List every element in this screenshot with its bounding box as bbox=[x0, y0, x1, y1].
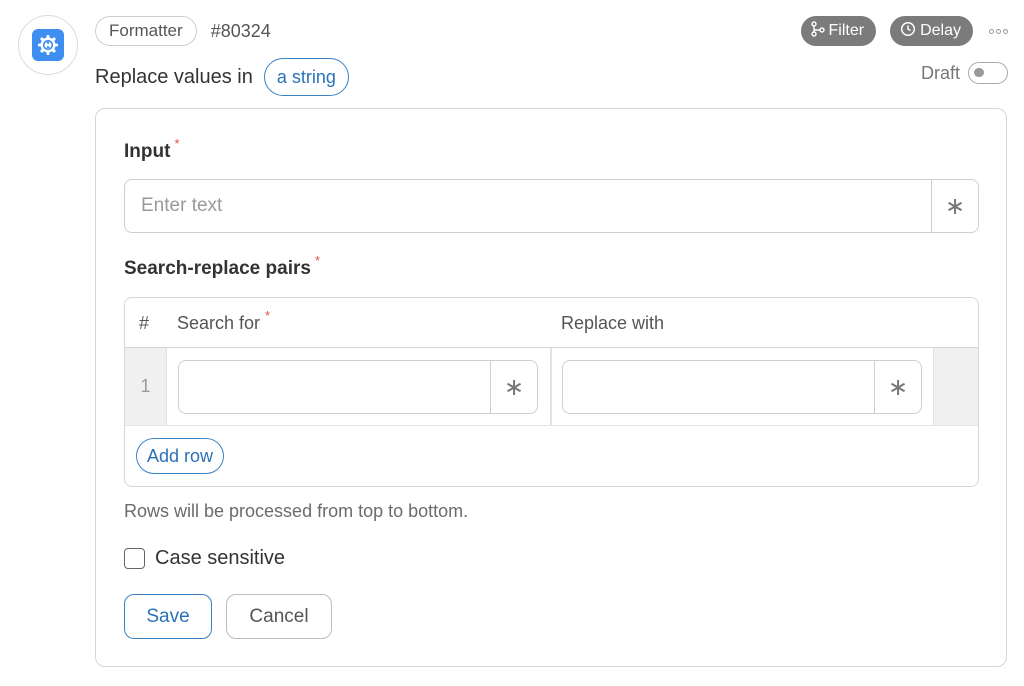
replace-with-input[interactable] bbox=[563, 361, 874, 413]
gear-refresh-icon bbox=[32, 29, 64, 61]
delay-button[interactable]: Delay bbox=[890, 16, 973, 46]
case-sensitive-label[interactable]: Case sensitive bbox=[155, 547, 285, 570]
pairs-table: # Search for * Replace with 1 ∗ ∗ Add row bbox=[124, 297, 979, 487]
draft-label: Draft bbox=[920, 62, 960, 83]
app-badge[interactable]: Formatter bbox=[95, 16, 197, 46]
input-field-group: Enter text ∗ bbox=[124, 179, 979, 233]
draft-toggle-group: Draft bbox=[921, 62, 1008, 84]
header-actions: Filter Delay bbox=[800, 16, 1008, 46]
save-button[interactable]: Save bbox=[124, 594, 212, 639]
type-pill[interactable]: a string bbox=[263, 58, 349, 96]
required-mark: * bbox=[265, 308, 271, 323]
config-panel: Input * Enter text ∗ Search-replace pairs… bbox=[95, 108, 1007, 667]
input-label-group: Input * bbox=[124, 136, 180, 163]
required-mark: * bbox=[174, 136, 180, 151]
column-search-label: Search for bbox=[177, 313, 261, 333]
replace-with-input-group: ∗ bbox=[562, 360, 922, 414]
insert-data-icon[interactable]: ∗ bbox=[874, 361, 921, 413]
step-title-row: Replace values in a string bbox=[95, 58, 349, 96]
draft-toggle[interactable] bbox=[968, 62, 1008, 84]
cancel-button[interactable]: Cancel bbox=[226, 594, 332, 639]
case-sensitive-row: Case sensitive bbox=[124, 547, 285, 570]
case-sensitive-checkbox[interactable] bbox=[124, 548, 145, 569]
filter-button[interactable]: Filter bbox=[800, 16, 877, 46]
step-id: #80324 bbox=[210, 20, 271, 41]
more-options-icon[interactable] bbox=[989, 28, 1008, 34]
step-header: Formatter #80324 bbox=[95, 16, 271, 46]
processing-hint: Rows will be processed from top to botto… bbox=[124, 501, 469, 521]
column-search: Search for * bbox=[177, 308, 270, 334]
step-app-icon bbox=[18, 15, 78, 75]
column-divider bbox=[550, 348, 552, 425]
table-header: # Search for * Replace with bbox=[125, 298, 978, 348]
input-field[interactable]: Enter text bbox=[125, 180, 931, 232]
add-row-button[interactable]: Add row bbox=[136, 438, 225, 474]
filter-label: Filter bbox=[828, 22, 865, 39]
delay-label: Delay bbox=[920, 22, 961, 39]
pairs-label: Search-replace pairs bbox=[124, 258, 311, 279]
insert-data-icon[interactable]: ∗ bbox=[490, 361, 537, 413]
input-label: Input bbox=[124, 141, 171, 162]
branch-icon bbox=[810, 20, 825, 42]
required-mark: * bbox=[314, 253, 321, 268]
toggle-knob bbox=[974, 68, 984, 77]
search-for-input-group: ∗ bbox=[178, 360, 538, 414]
clock-icon bbox=[900, 21, 916, 42]
insert-data-icon[interactable]: ∗ bbox=[931, 180, 978, 232]
row-actions-cell bbox=[933, 348, 978, 425]
row-number: 1 bbox=[125, 348, 167, 425]
column-replace: Replace with bbox=[561, 313, 665, 333]
column-num: # bbox=[139, 313, 150, 333]
step-title: Replace values in bbox=[95, 65, 253, 88]
search-for-input[interactable] bbox=[179, 361, 490, 413]
pairs-label-group: Search-replace pairs * bbox=[124, 253, 320, 280]
table-row: 1 ∗ ∗ bbox=[125, 348, 978, 426]
